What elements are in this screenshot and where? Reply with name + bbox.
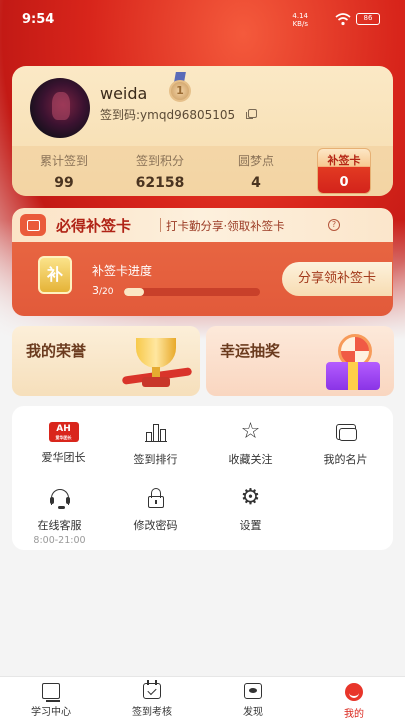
book-icon: [42, 683, 60, 702]
menu-item-online-service[interactable]: 在线客服 8:00-21:00: [12, 486, 107, 546]
trophy-icon: [121, 334, 193, 392]
battery-icon: 86: [356, 13, 380, 25]
progress-label: 补签卡进度: [92, 264, 153, 278]
profile-card: weida 1 签到码:ymqd96805105 累计签到 99 签到积分 62…: [12, 66, 393, 196]
menu-item-checkin-ranking[interactable]: 签到排行: [108, 420, 203, 467]
stat-dream-points[interactable]: 圆梦点 4: [216, 152, 296, 191]
sign-code: 签到码:ymqd96805105: [100, 108, 236, 122]
ticket-icon: [20, 214, 46, 236]
help-icon[interactable]: ?: [328, 219, 340, 231]
calendar-check-icon: [143, 680, 161, 699]
menu-item-aihua-leader[interactable]: AH 爱华团长 爱华团长: [16, 420, 111, 465]
makeup-card-icon: 补: [38, 256, 72, 294]
profile-icon: [345, 683, 363, 701]
headset-icon: [48, 486, 72, 510]
makeup-banner-subtitle: 打卡勤分享·领取补签卡: [166, 219, 285, 233]
divider: [160, 218, 161, 232]
tab-learning-center[interactable]: 学习中心: [16, 683, 86, 718]
menu-item-settings[interactable]: ⚙ 设置: [203, 486, 298, 533]
menu-item-change-password[interactable]: 修改密码: [108, 486, 203, 533]
avatar[interactable]: [30, 78, 90, 138]
makeup-card-count[interactable]: 补签卡 0: [317, 148, 371, 194]
bottom-nav: 学习中心 签到考核 发现 我的: [0, 676, 405, 720]
menu-item-my-card[interactable]: 我的名片: [298, 420, 393, 467]
aihua-logo-icon: AH 爱华团长: [48, 422, 79, 442]
lock-icon: [144, 486, 168, 510]
progress-bar: [124, 288, 260, 296]
chat-icon: [244, 683, 262, 699]
my-honor-tile[interactable]: 我的荣誉: [12, 326, 200, 396]
stat-checkin-points[interactable]: 签到积分 62158: [120, 152, 200, 191]
progress-count: 3/20: [92, 284, 114, 297]
lucky-draw-title: 幸运抽奖: [220, 342, 281, 360]
wifi-icon: [335, 13, 351, 26]
card-folder-icon: [334, 420, 358, 444]
share-button[interactable]: 分享领补签卡: [282, 262, 392, 296]
stat-total-checkins[interactable]: 累计签到 99: [24, 152, 104, 191]
makeup-banner-title: 必得补签卡: [56, 217, 132, 235]
gear-icon: ⚙: [240, 485, 261, 510]
progress-fill: [124, 288, 145, 296]
menu-item-favorites[interactable]: ☆ 收藏关注: [203, 420, 298, 467]
tab-mine[interactable]: 我的: [319, 683, 389, 720]
copy-icon[interactable]: [246, 109, 257, 119]
status-bar: 9:54 4.14 KB/s 86: [0, 0, 405, 40]
tab-discover[interactable]: 发现: [218, 683, 288, 718]
lucky-draw-tile[interactable]: 幸运抽奖: [206, 326, 394, 396]
tab-checkin-assessment[interactable]: 签到考核: [117, 680, 187, 718]
makeup-card-banner: 必得补签卡 打卡勤分享·领取补签卡 ? 补 补签卡进度 3/20 分享领补签卡: [12, 208, 393, 316]
service-hours: 8:00-21:00: [33, 535, 86, 546]
status-time: 9:54: [22, 12, 55, 27]
medal-icon[interactable]: 1: [167, 72, 193, 102]
network-speed: 4.14 KB/s: [292, 12, 308, 28]
gift-box-icon: [318, 332, 388, 392]
username: weida: [100, 84, 148, 103]
makeup-banner-header: 必得补签卡 打卡勤分享·领取补签卡 ?: [12, 208, 393, 242]
menu-grid: AH 爱华团长 爱华团长 签到排行 ☆ 收藏关注 我的名片 在线客服 8:00-2…: [12, 406, 393, 550]
stats-row: 累计签到 99 签到积分 62158 圆梦点 4 补签卡 0: [12, 146, 393, 196]
ranking-icon: [144, 420, 168, 444]
star-icon: ☆: [240, 419, 261, 444]
my-honor-title: 我的荣誉: [26, 342, 87, 360]
